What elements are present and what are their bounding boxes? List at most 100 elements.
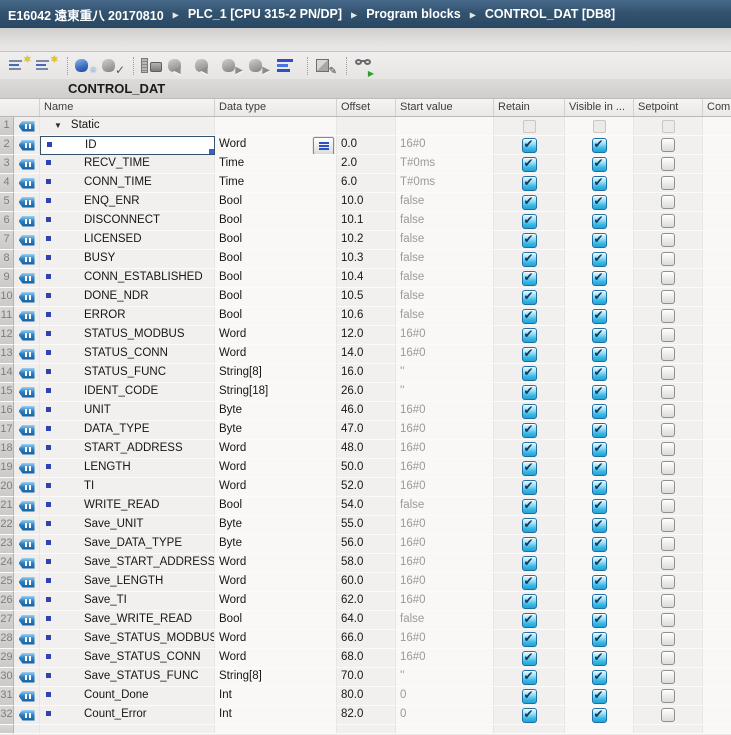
datatype-cell[interactable] [215, 117, 337, 136]
setpoint-checkbox[interactable] [661, 252, 675, 266]
comment-cell[interactable] [703, 155, 731, 174]
start-value-cell[interactable]: 16#0 [396, 535, 494, 554]
visible-checkbox[interactable] [591, 326, 607, 343]
row-number[interactable]: 8 [0, 250, 14, 269]
setpoint-checkbox[interactable] [661, 480, 675, 494]
name-cell[interactable]: ERROR [40, 307, 215, 326]
setpoint-checkbox[interactable] [661, 309, 675, 323]
comment-cell[interactable] [703, 117, 731, 136]
comment-cell[interactable] [703, 364, 731, 383]
comment-cell[interactable] [703, 611, 731, 630]
expanded-mode-icon[interactable] [275, 56, 299, 76]
comment-cell[interactable] [703, 706, 731, 725]
datatype-cell[interactable]: Byte [215, 421, 337, 440]
visible-checkbox[interactable] [591, 516, 607, 533]
col-header-set[interactable]: Setpoint [634, 99, 703, 116]
name-cell[interactable]: ▼ Static [40, 117, 215, 136]
visible-checkbox[interactable] [591, 706, 607, 723]
datatype-cell[interactable]: Bool [215, 250, 337, 269]
retain-checkbox[interactable] [521, 345, 537, 362]
datatype-cell[interactable]: String[8] [215, 364, 337, 383]
datatype-cell[interactable]: Word [215, 630, 337, 649]
start-value-cell[interactable]: false [396, 497, 494, 516]
datatype-cell[interactable]: String[8] [215, 668, 337, 687]
comment-cell[interactable] [703, 250, 731, 269]
setpoint-checkbox[interactable] [661, 670, 675, 684]
datatype-cell[interactable]: Bool [215, 611, 337, 630]
datatype-cell[interactable]: Word [215, 573, 337, 592]
visible-checkbox[interactable] [591, 611, 607, 628]
start-value-cell[interactable]: false [396, 611, 494, 630]
name-cell[interactable]: Save_UNIT [40, 516, 215, 535]
row-number[interactable]: 27 [0, 611, 14, 630]
name-cell[interactable]: UNIT [40, 402, 215, 421]
row-number[interactable]: 3 [0, 155, 14, 174]
setpoint-checkbox[interactable] [661, 404, 675, 418]
setpoint-checkbox[interactable] [661, 708, 675, 722]
setpoint-checkbox[interactable] [661, 290, 675, 304]
datatype-cell[interactable]: Word [215, 345, 337, 364]
datatype-cell[interactable]: Bool [215, 193, 337, 212]
name-cell[interactable]: CONN_TIME [40, 174, 215, 193]
name-cell[interactable]: IDENT_CODE [40, 383, 215, 402]
datatype-cell[interactable]: Bool [215, 307, 337, 326]
name-cell[interactable]: Save_STATUS_CONN [40, 649, 215, 668]
load-start-as-actual-icon[interactable]: ▶ [221, 56, 245, 76]
setpoint-checkbox[interactable] [661, 138, 675, 152]
datatype-cell[interactable]: Word [215, 136, 337, 155]
retain-checkbox[interactable] [521, 516, 537, 533]
start-value-cell[interactable]: 16#0 [396, 573, 494, 592]
setpoint-checkbox[interactable] [661, 347, 675, 361]
retain-checkbox[interactable] [521, 706, 537, 723]
visible-checkbox[interactable] [591, 231, 607, 248]
retain-checkbox[interactable] [521, 155, 537, 172]
setpoint-checkbox[interactable] [661, 575, 675, 589]
start-value-cell[interactable]: 16#0 [396, 554, 494, 573]
name-cell[interactable]: ID [40, 136, 215, 155]
retain-checkbox[interactable] [521, 535, 537, 552]
breadcrumb-segment[interactable]: CONTROL_DAT [DB8] [485, 7, 615, 21]
col-header-type[interactable]: Data type [215, 99, 337, 116]
start-value-cell[interactable]: '' [396, 364, 494, 383]
retain-checkbox[interactable] [521, 307, 537, 324]
row-number[interactable]: 23 [0, 535, 14, 554]
visible-checkbox[interactable] [591, 136, 607, 153]
row-number[interactable]: 31 [0, 687, 14, 706]
retain-checkbox[interactable] [521, 250, 537, 267]
comment-cell[interactable] [703, 573, 731, 592]
copy-all-snapshots-to-start-icon[interactable]: ◀ [194, 56, 218, 76]
datatype-cell[interactable]: Time [215, 174, 337, 193]
start-value-cell[interactable] [396, 117, 494, 136]
retain-checkbox[interactable] [521, 288, 537, 305]
start-value-cell[interactable]: 16#0 [396, 345, 494, 364]
row-number[interactable]: 10 [0, 288, 14, 307]
retain-checkbox[interactable] [521, 364, 537, 381]
datatype-cell[interactable]: Byte [215, 516, 337, 535]
setpoint-checkbox[interactable] [661, 157, 675, 171]
comment-cell[interactable] [703, 497, 731, 516]
datatype-cell[interactable]: Word [215, 592, 337, 611]
datatype-cell[interactable]: Word [215, 459, 337, 478]
datatype-cell[interactable]: Bool [215, 497, 337, 516]
col-header-offset[interactable]: Offset [337, 99, 396, 116]
datatype-cell[interactable]: Bool [215, 231, 337, 250]
setpoint-checkbox[interactable] [661, 195, 675, 209]
datatype-cell[interactable]: Bool [215, 288, 337, 307]
datatype-dropdown-button[interactable] [313, 137, 334, 154]
comment-cell[interactable] [703, 174, 731, 193]
comment-cell[interactable] [703, 136, 731, 155]
name-cell[interactable]: DISCONNECT [40, 212, 215, 231]
row-number[interactable]: 13 [0, 345, 14, 364]
setpoint-checkbox[interactable] [661, 689, 675, 703]
row-number[interactable]: 18 [0, 440, 14, 459]
start-value-cell[interactable]: false [396, 212, 494, 231]
name-cell[interactable]: STATUS_CONN [40, 345, 215, 364]
setpoint-checkbox[interactable] [661, 442, 675, 456]
setpoint-checkbox[interactable] [661, 271, 675, 285]
retain-checkbox[interactable] [521, 326, 537, 343]
retain-checkbox[interactable] [521, 497, 537, 514]
setpoint-checkbox[interactable] [661, 233, 675, 247]
row-number[interactable]: 2 [0, 136, 14, 155]
setpoint-checkbox[interactable] [661, 366, 675, 380]
name-cell[interactable]: START_ADDRESS [40, 440, 215, 459]
